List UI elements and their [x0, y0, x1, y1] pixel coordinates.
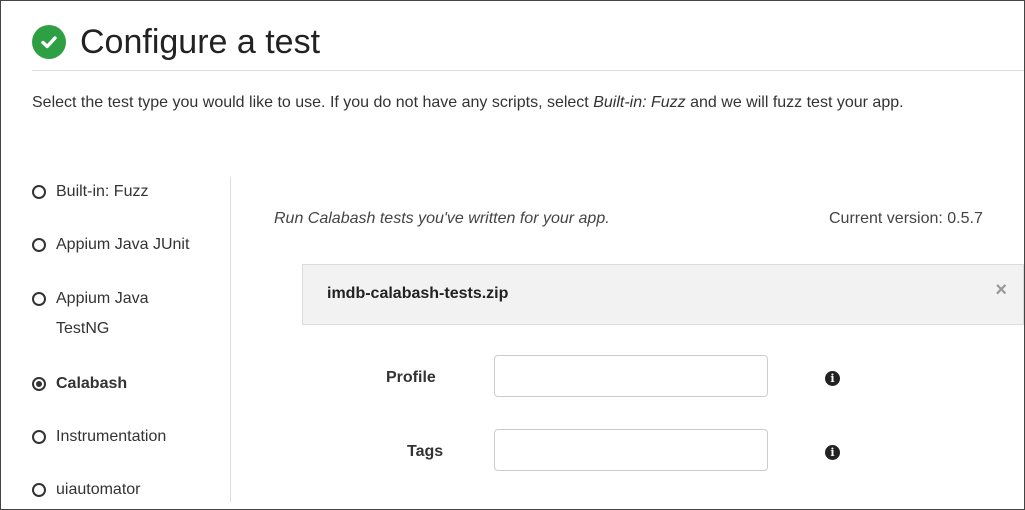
intro-text: Select the test type you would like to u… [32, 88, 1012, 118]
tags-label: Tags [407, 443, 444, 460]
check-circle-icon [32, 25, 66, 59]
test-type-label: Built-in: Fuzz [56, 183, 149, 200]
radio-button-selected[interactable] [32, 377, 46, 391]
intro-text-after: and we will fuzz test your app. [685, 94, 904, 111]
test-description: Run Calabash tests you've written for yo… [274, 210, 610, 227]
test-type-label: Appium Java TestNG [56, 290, 149, 337]
test-type-builtin-fuzz[interactable]: Built-in: Fuzz [32, 177, 148, 207]
test-type-label: Instrumentation [56, 428, 167, 445]
test-type-appium-testng[interactable]: Appium Java TestNG [32, 284, 192, 344]
test-type-instrumentation[interactable]: Instrumentation [32, 422, 166, 452]
radio-button[interactable] [32, 238, 46, 252]
page-header: Configure a test [32, 22, 320, 62]
profile-label: Profile [386, 369, 436, 386]
test-type-label: Appium Java JUnit [56, 236, 190, 253]
info-icon[interactable]: i [825, 371, 840, 386]
test-type-uiautomator[interactable]: uiautomator [32, 475, 141, 505]
intro-emphasis: Built-in: Fuzz [593, 94, 686, 111]
radio-button[interactable] [32, 292, 46, 306]
test-type-label: uiautomator [56, 481, 141, 498]
file-name: imdb-calabash-tests.zip [327, 285, 509, 302]
test-type-appium-junit[interactable]: Appium Java JUnit [32, 230, 189, 260]
page-title: Configure a test [80, 23, 321, 61]
test-type-label: Calabash [56, 375, 128, 392]
radio-button[interactable] [32, 483, 46, 497]
title-divider [32, 70, 1024, 71]
test-type-calabash[interactable]: Calabash [32, 369, 127, 399]
vertical-divider [230, 177, 231, 502]
radio-button[interactable] [32, 185, 46, 199]
radio-button[interactable] [32, 430, 46, 444]
tags-input[interactable] [494, 429, 768, 471]
info-icon[interactable]: i [825, 445, 840, 460]
intro-text-before: Select the test type you would like to u… [32, 94, 594, 111]
uploaded-file-panel: imdb-calabash-tests.zip × [302, 264, 1024, 325]
current-version: Current version: 0.5.7 [829, 210, 983, 227]
close-icon[interactable]: × [995, 279, 1007, 302]
profile-input[interactable] [494, 355, 768, 397]
